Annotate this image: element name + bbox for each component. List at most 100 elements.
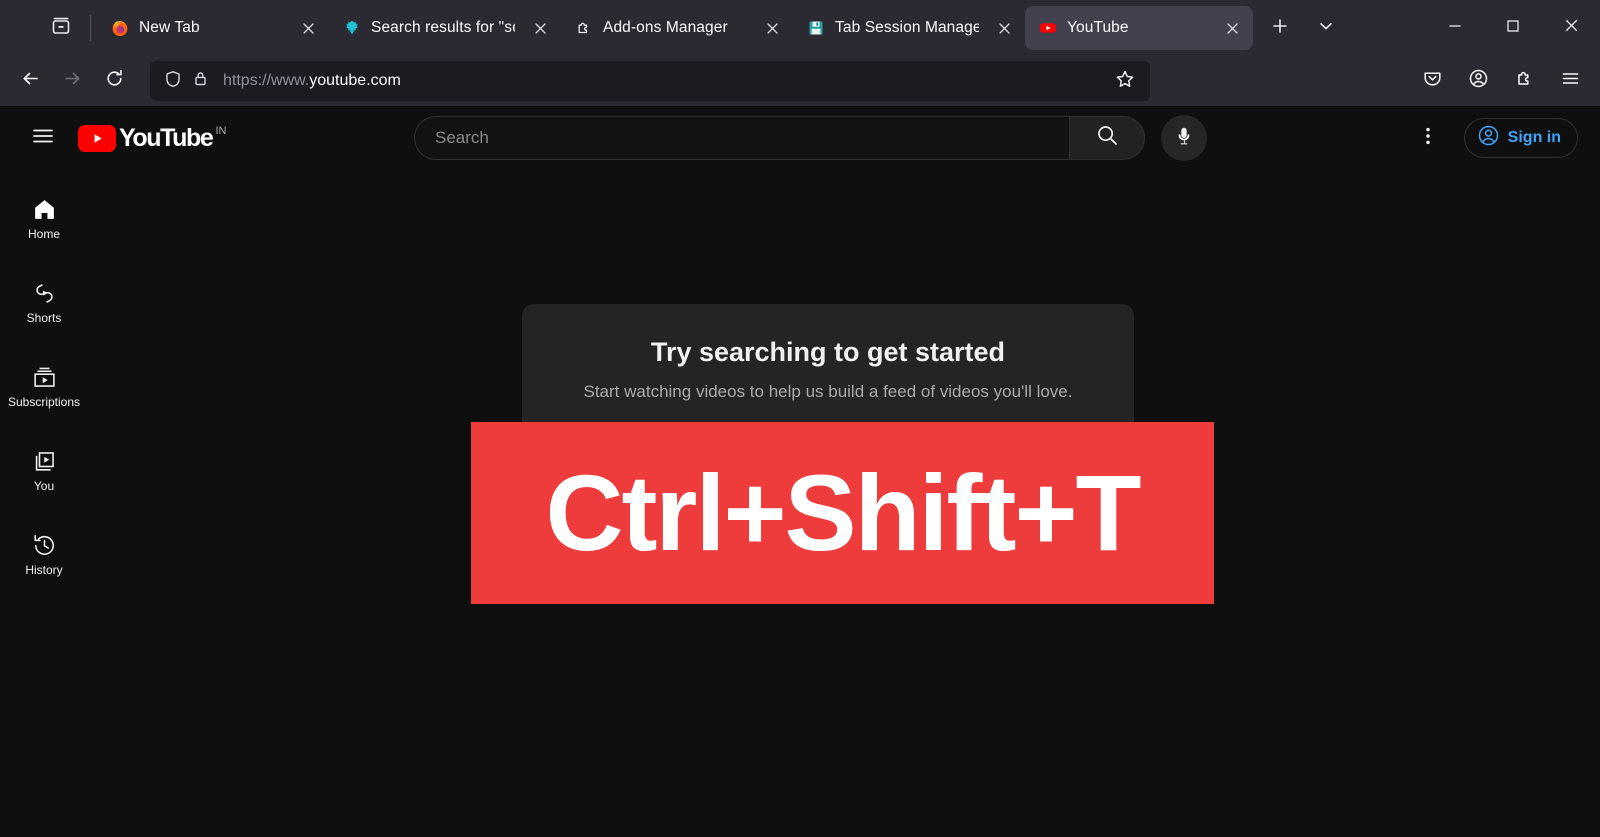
youtube-logo-link[interactable]: YouTube IN (78, 123, 227, 152)
list-all-tabs-button[interactable] (1307, 9, 1345, 47)
window-maximize-button[interactable] (1484, 0, 1542, 56)
account-circle-icon (1468, 68, 1489, 94)
you-library-icon (32, 448, 57, 474)
youtube-wordmark: YouTube (119, 123, 214, 152)
tab-close-button[interactable] (525, 13, 555, 43)
floppy-disk-save-icon (807, 19, 825, 37)
sidebar-item-label: Shorts (26, 311, 62, 325)
window-minimize-button[interactable] (1426, 0, 1484, 56)
sidebar-item-you[interactable]: You (0, 428, 88, 512)
navigation-toolbar: https://www.youtube.com (0, 56, 1600, 106)
urlbar-identity-box (164, 70, 209, 93)
chevron-down-icon (1317, 17, 1335, 40)
window-controls (1426, 0, 1600, 56)
shield-icon[interactable] (164, 70, 182, 93)
sidebar-item-subscriptions[interactable]: Subscriptions (0, 344, 88, 428)
hamburger-menu-icon (31, 124, 55, 153)
plus-icon (1271, 17, 1289, 40)
youtube-mini-guide: Home Shorts Subscriptions You History (0, 170, 88, 837)
search-input[interactable]: Search (414, 116, 1069, 160)
tab-close-button[interactable] (757, 13, 787, 43)
voice-search-button[interactable] (1161, 115, 1207, 161)
home-icon (32, 196, 57, 222)
firefox-view-button[interactable] (40, 7, 82, 49)
padlock-icon[interactable] (192, 70, 209, 92)
subscriptions-icon (32, 364, 57, 390)
history-clock-icon (32, 532, 57, 558)
youtube-country-code: IN (215, 124, 227, 137)
masthead-start: YouTube IN (22, 117, 352, 159)
promo-subtitle: Start watching videos to help us build a… (583, 381, 1073, 401)
shortcut-overlay-banner: Ctrl+Shift+T (471, 422, 1214, 604)
search-box: Search (414, 116, 1145, 160)
settings-menu-button[interactable] (1406, 116, 1450, 160)
tab-session-manager[interactable]: Tab Session Manager (793, 6, 1025, 50)
tab-close-button[interactable] (293, 13, 323, 43)
new-tab-button[interactable] (1261, 9, 1299, 47)
addons-puzzle-icon (343, 19, 361, 37)
tab-close-button[interactable] (1217, 13, 1247, 43)
hamburger-menu-icon (1560, 68, 1581, 94)
tab-title: Add-ons Manager (603, 19, 728, 36)
search-submit-button[interactable] (1069, 116, 1145, 160)
magnifier-icon (1095, 123, 1120, 153)
tab-new-tab[interactable]: New Tab (97, 6, 329, 50)
account-button[interactable] (1458, 61, 1498, 101)
minimize-icon (1447, 18, 1463, 39)
back-button[interactable] (10, 61, 50, 101)
tab-addons-manager[interactable]: Add-ons Manager (561, 6, 793, 50)
youtube-body: Home Shorts Subscriptions You History Tr… (0, 170, 1600, 837)
tab-title: Tab Session Manager (835, 19, 979, 36)
sign-in-button[interactable]: Sign in (1463, 118, 1578, 158)
reload-button[interactable] (94, 61, 134, 101)
url-text: https://www.youtube.com (223, 72, 1108, 90)
addon-extension-icon (575, 19, 593, 37)
forward-button[interactable] (52, 61, 92, 101)
browser-window: New Tab Search results for "sessio (0, 0, 1600, 837)
tab-search-results[interactable]: Search results for "sessio (329, 6, 561, 50)
tab-title: Search results for "sessio (371, 19, 515, 36)
extensions-button[interactable] (1504, 61, 1544, 101)
guide-toggle-button[interactable] (22, 117, 64, 159)
tabstrip-separator (90, 15, 91, 41)
maximize-icon (1505, 18, 1521, 39)
arrow-right-icon (62, 68, 83, 94)
bookmark-button[interactable] (1108, 64, 1142, 98)
shorts-icon (32, 280, 57, 306)
vertical-dots-icon (1417, 125, 1439, 152)
star-icon (1115, 69, 1135, 94)
extensions-puzzle-icon (1514, 68, 1535, 94)
account-circle-icon (1477, 124, 1500, 152)
microphone-icon (1173, 125, 1195, 152)
close-icon (1563, 17, 1580, 39)
pocket-button[interactable] (1412, 61, 1452, 101)
app-menu-button[interactable] (1550, 61, 1590, 101)
pocket-icon (1422, 68, 1443, 94)
youtube-play-icon (1039, 19, 1057, 37)
tab-close-button[interactable] (989, 13, 1019, 43)
url-scheme: https://www. (223, 72, 310, 89)
url-domain: youtube.com (309, 72, 401, 89)
tab-list-icon (50, 15, 72, 42)
youtube-masthead: YouTube IN Search Sign in (0, 106, 1600, 170)
sidebar-item-label: Home (27, 227, 60, 241)
tab-youtube[interactable]: YouTube (1025, 6, 1253, 50)
try-searching-card: Try searching to get started Start watch… (522, 304, 1134, 434)
toolbar-right-buttons (1412, 61, 1590, 101)
tab-title: YouTube (1067, 19, 1129, 36)
tab-list: New Tab Search results for "sessio (97, 0, 1253, 56)
window-close-button[interactable] (1542, 0, 1600, 56)
shortcut-text: Ctrl+Shift+T (545, 452, 1141, 573)
sidebar-item-label: Subscriptions (7, 395, 81, 409)
sidebar-item-shorts[interactable]: Shorts (0, 260, 88, 344)
sidebar-item-home[interactable]: Home (0, 176, 88, 260)
tab-title: New Tab (139, 19, 200, 36)
sidebar-item-history[interactable]: History (0, 512, 88, 596)
sidebar-item-label: You (33, 479, 55, 493)
tab-strip: New Tab Search results for "sessio (0, 0, 1600, 56)
firefox-logo-icon (111, 19, 129, 37)
masthead-end: Sign in (1406, 116, 1578, 160)
url-bar[interactable]: https://www.youtube.com (150, 61, 1150, 101)
youtube-play-logo-icon (78, 124, 116, 152)
sign-in-label: Sign in (1507, 129, 1561, 146)
